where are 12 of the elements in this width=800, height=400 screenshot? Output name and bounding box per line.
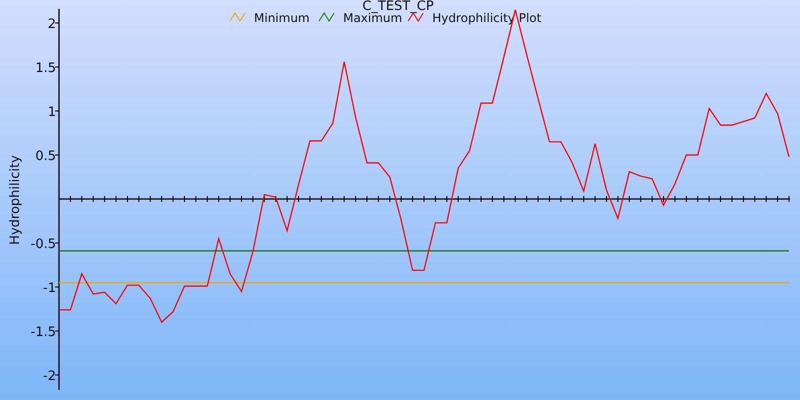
legend-label: Maximum	[343, 11, 402, 25]
chart-title: C_TEST_CP	[362, 0, 434, 14]
y-tick-label: 1	[48, 105, 56, 120]
legend-label: Minimum	[254, 11, 310, 25]
y-tick-label: 1.5	[35, 61, 56, 76]
y-tick-label: -1.5	[30, 325, 56, 340]
y-axis-title: Hydrophilicity	[8, 155, 23, 245]
y-tick-label: -0.5	[30, 237, 56, 252]
y-tick-label: -2	[43, 369, 56, 384]
y-tick-label: 2	[48, 17, 56, 32]
y-tick-label: 0.5	[35, 149, 56, 164]
y-tick-label: -1	[43, 281, 56, 296]
